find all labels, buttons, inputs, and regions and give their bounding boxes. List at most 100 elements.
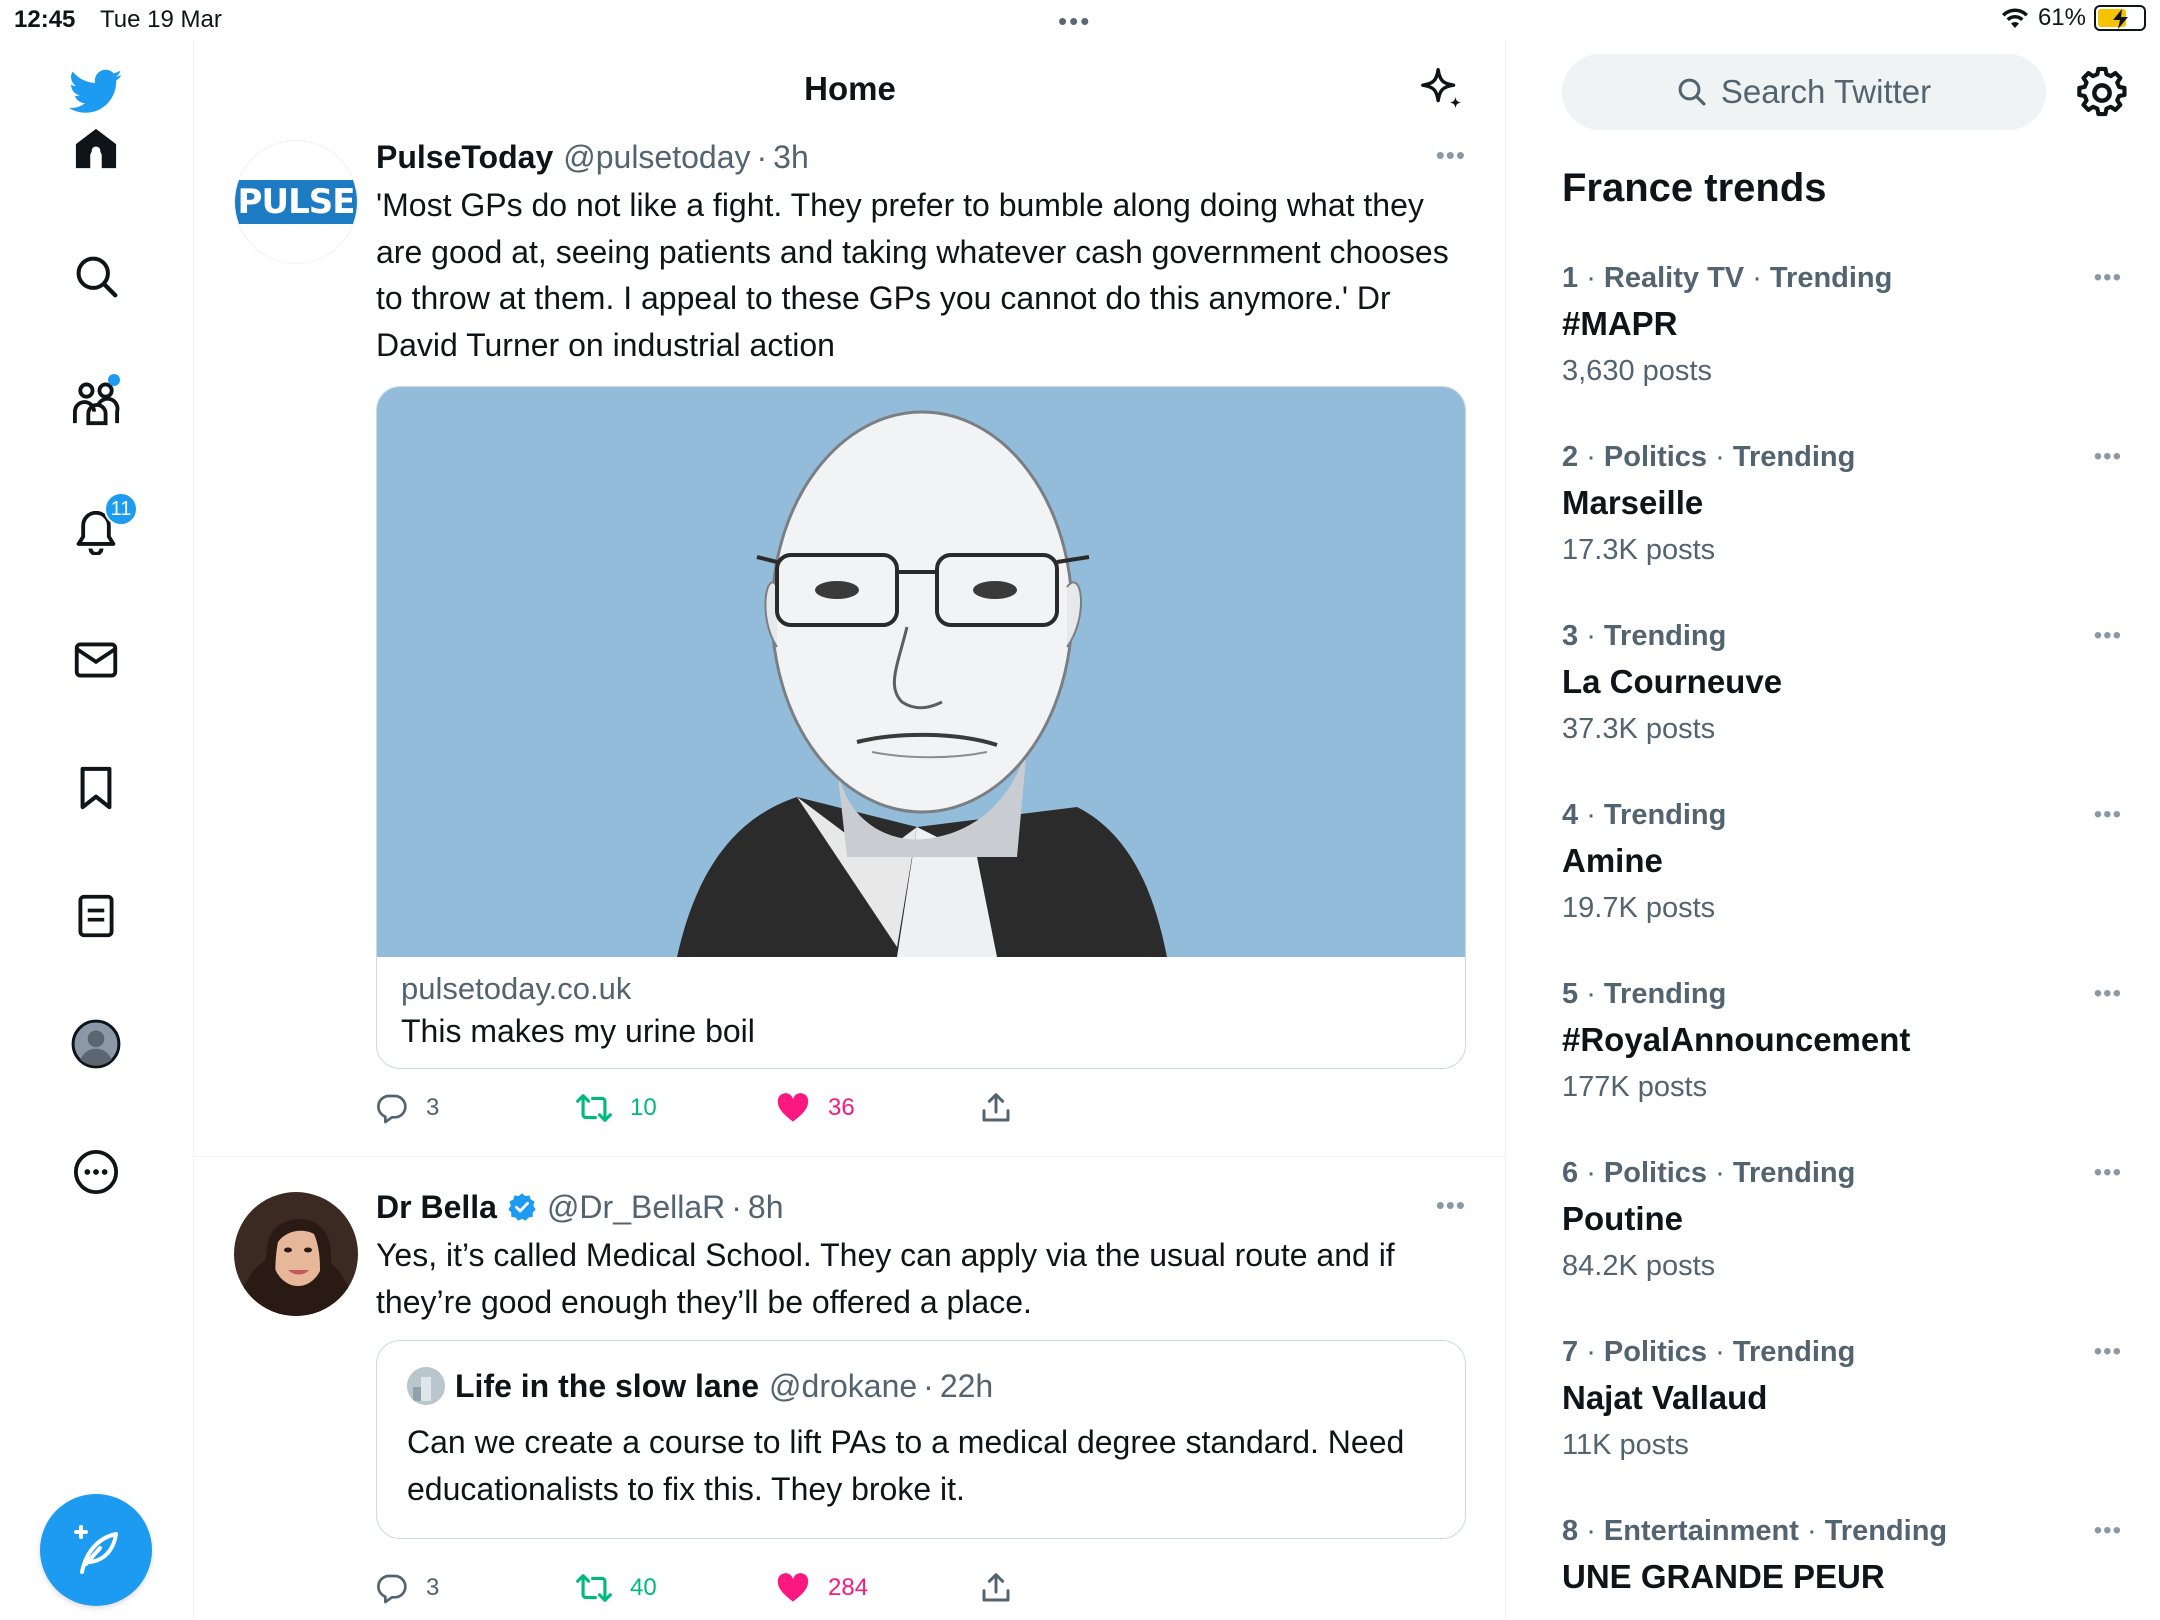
twitter-logo-icon[interactable] — [68, 64, 124, 120]
link-card-title: This makes my urine boil — [401, 1013, 755, 1049]
tweet-time[interactable]: 8h — [748, 1189, 784, 1226]
share-button[interactable] — [980, 1086, 1012, 1130]
nav-profile[interactable] — [68, 1016, 124, 1072]
trend-more-button[interactable]: ••• — [2094, 801, 2122, 829]
author-handle[interactable]: @Dr_BellaR — [547, 1189, 725, 1226]
tweet-time[interactable]: 3h — [773, 139, 809, 176]
nav-notifications[interactable]: 11 — [68, 492, 138, 560]
separator: · — [731, 1188, 742, 1225]
trend-category: Politics — [1603, 1336, 1708, 1368]
trend-name: Marseille — [1562, 484, 1704, 521]
nav-home[interactable] — [68, 120, 124, 176]
separator: · — [923, 1367, 934, 1404]
list-icon — [78, 894, 114, 938]
trend-rank: 7 — [1562, 1336, 1579, 1368]
page-title: Home — [804, 70, 896, 107]
trend-item[interactable]: 2 · Politics · Trending Marseille 17.3K … — [1562, 441, 2122, 567]
retweet-button[interactable]: 10 — [576, 1086, 657, 1130]
sidebar-nav: 11 — [0, 40, 194, 1620]
trend-name: Poutine — [1562, 1200, 1683, 1237]
pulse-logo: PULSE — [235, 180, 357, 224]
tweet-actions: 3 10 36 — [376, 1086, 1376, 1130]
trend-more-button[interactable]: ••• — [2094, 980, 2122, 1008]
nav-explore[interactable] — [68, 248, 124, 304]
trend-item[interactable]: 3 · Trending La Courneuve 37.3K posts ••… — [1562, 620, 2122, 746]
multitasking-handle[interactable]: ••• — [1058, 6, 1091, 37]
trend-name: #RoyalAnnouncement — [1562, 1021, 1911, 1058]
avatar-pulsetoday[interactable]: PULSE — [234, 140, 358, 264]
quoted-author-name[interactable]: Life in the slow lane — [455, 1368, 759, 1405]
trend-item[interactable]: 4 · Trending Amine 19.7K posts ••• — [1562, 799, 2122, 925]
tweet-more-button[interactable]: ••• — [1436, 1190, 1466, 1221]
reply-button[interactable]: 3 — [376, 1566, 439, 1610]
nav-bookmarks[interactable] — [68, 760, 124, 816]
like-count: 284 — [828, 1574, 869, 1601]
sparkle-icon[interactable] — [1417, 64, 1467, 114]
retweet-button[interactable]: 40 — [576, 1566, 657, 1610]
trend-item[interactable]: 7 · Politics · Trending Najat Vallaud 11… — [1562, 1336, 2122, 1462]
author-handle[interactable]: @pulsetoday — [563, 139, 750, 176]
heart-filled-icon — [777, 1093, 809, 1122]
link-card-domain: pulsetoday.co.uk — [401, 971, 632, 1006]
share-button[interactable] — [980, 1566, 1012, 1610]
trend-rank: 4 — [1562, 799, 1579, 831]
like-button[interactable]: 36 — [776, 1086, 855, 1130]
reply-button[interactable]: 3 — [376, 1086, 439, 1130]
search-input[interactable]: Search Twitter — [1562, 54, 2046, 130]
trend-more-button[interactable]: ••• — [2094, 264, 2122, 292]
nav-communities[interactable] — [68, 374, 124, 432]
trend-more-button[interactable]: ••• — [2094, 1517, 2122, 1545]
avatar-dr-bella[interactable] — [234, 1192, 358, 1316]
trend-rank: 5 — [1562, 978, 1579, 1010]
trend-label: Trending — [1824, 1515, 1948, 1547]
trend-label: Trending — [1732, 1157, 1856, 1189]
notifications-badge: 11 — [104, 492, 138, 526]
trend-item[interactable]: 5 · Trending #RoyalAnnouncement 177K pos… — [1562, 978, 2122, 1104]
tweet-more-button[interactable]: ••• — [1436, 140, 1466, 171]
nav-more[interactable] — [68, 1144, 124, 1200]
trend-category: Reality TV — [1603, 262, 1745, 294]
share-icon — [982, 1093, 1010, 1122]
trend-label: Trending — [1732, 1336, 1856, 1368]
trend-label: Trending — [1732, 441, 1856, 473]
nav-messages[interactable] — [68, 632, 124, 688]
trend-name: UNE GRANDE PEUR — [1562, 1558, 1885, 1595]
tweet-text: 'Most GPs do not like a fight. They pref… — [376, 187, 1449, 363]
trend-rank: 8 — [1562, 1515, 1579, 1547]
trend-name: #MAPR — [1562, 305, 1678, 342]
trend-rank: 2 — [1562, 441, 1579, 473]
link-card[interactable]: pulsetoday.co.uk This makes my urine boi… — [376, 386, 1466, 1069]
author-name[interactable]: PulseToday — [376, 139, 553, 176]
trend-item[interactable]: 1 · Reality TV · Trending #MAPR 3,630 po… — [1562, 262, 2122, 388]
trend-count: 84.2K posts — [1562, 1250, 1716, 1282]
retweet-count: 40 — [630, 1574, 657, 1601]
trend-item[interactable]: 6 · Politics · Trending Poutine 84.2K po… — [1562, 1157, 2122, 1283]
quoted-author-handle[interactable]: @drokane — [769, 1368, 917, 1405]
compose-tweet-button[interactable] — [40, 1494, 152, 1606]
trend-count: 37.3K posts — [1562, 713, 1716, 745]
separator: · — [756, 138, 768, 175]
like-button[interactable]: 284 — [776, 1566, 868, 1610]
trend-more-button[interactable]: ••• — [2094, 1338, 2122, 1366]
trend-more-button[interactable]: ••• — [2094, 443, 2122, 471]
battery-percent: 61% — [2037, 4, 2086, 31]
trend-item[interactable]: 8 · Entertainment · Trending UNE GRANDE … — [1562, 1515, 2122, 1596]
reply-count: 3 — [426, 1094, 440, 1121]
trend-label: Trending — [1769, 262, 1893, 294]
quoted-tweet-time[interactable]: 22h — [940, 1368, 993, 1405]
author-name[interactable]: Dr Bella — [376, 1189, 497, 1226]
gear-icon[interactable] — [2075, 66, 2129, 120]
home-icon — [75, 128, 117, 169]
status-date: Tue 19 Mar — [100, 6, 222, 33]
search-icon — [76, 256, 118, 298]
more-circle-icon — [73, 1149, 119, 1195]
search-icon — [1678, 78, 1706, 106]
quoted-tweet[interactable]: Life in the slow lane @drokane · 22h Can… — [376, 1340, 1466, 1539]
quoted-avatar — [407, 1367, 445, 1405]
trend-more-button[interactable]: ••• — [2094, 1159, 2122, 1187]
trend-label: Trending — [1603, 799, 1727, 831]
nav-lists[interactable] — [68, 888, 124, 944]
retweet-count: 10 — [630, 1094, 657, 1121]
trend-more-button[interactable]: ••• — [2094, 622, 2122, 650]
trend-category: Entertainment — [1603, 1515, 1799, 1547]
